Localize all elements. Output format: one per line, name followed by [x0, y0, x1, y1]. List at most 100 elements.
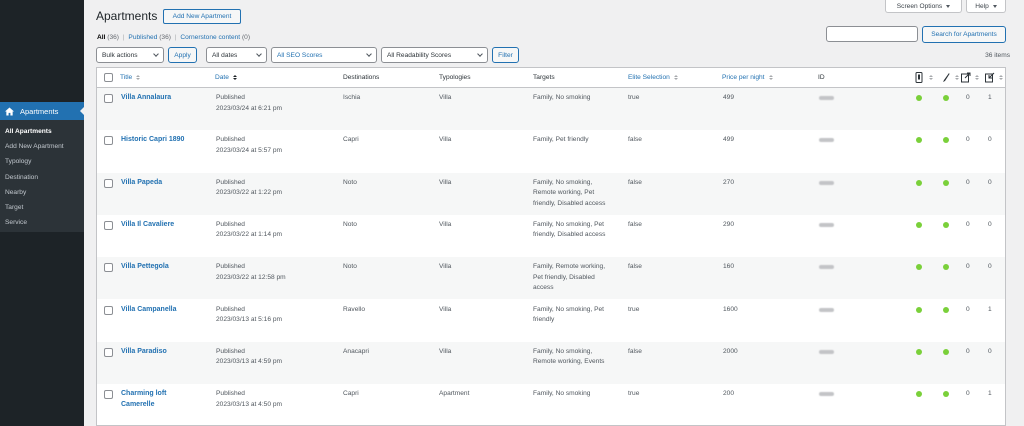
apply-button[interactable]: Apply — [168, 47, 197, 63]
row-outgoing-links: 0 — [966, 220, 970, 228]
select-all-checkbox[interactable] — [104, 73, 113, 82]
row-incoming-links: 0 — [988, 263, 992, 271]
row-targets: Family, Remote working, Pet friendly, Di… — [533, 263, 606, 292]
row-title-link[interactable]: Villa Il Cavaliere — [121, 220, 211, 231]
filter-button[interactable]: Filter — [492, 47, 519, 63]
row-checkbox[interactable] — [104, 178, 113, 188]
submenu-service[interactable]: Service — [0, 215, 84, 230]
menu-apartments[interactable]: Apartments — [0, 102, 84, 120]
add-new-apartment-button[interactable]: Add New Apartment — [163, 9, 241, 24]
table-row: Historic Capri 1890 Published 2023/03/24… — [97, 130, 1005, 172]
search-button[interactable]: Search for Apartments — [922, 26, 1006, 43]
table-row: Villa Paradiso Published 2023/03/13 at 4… — [97, 341, 1005, 384]
row-date-value: 2023/03/24 at 5:57 pm — [216, 146, 282, 154]
row-id-redacted — [819, 307, 834, 312]
row-status: Published — [216, 136, 245, 144]
submenu-add-new-apartment[interactable]: Add New Apartment — [0, 139, 84, 154]
row-price: 270 — [723, 178, 735, 186]
row-price: 160 — [723, 263, 735, 271]
row-targets: Family, No smoking, Remote working, Pet … — [533, 178, 606, 207]
row-checkbox[interactable] — [104, 390, 113, 400]
row-outgoing-links: 0 — [966, 263, 970, 271]
row-destination: Capri — [343, 136, 359, 144]
row-title-link[interactable]: Historic Capri 1890 — [121, 135, 211, 146]
column-title[interactable]: Title — [120, 74, 141, 81]
readability-scores-value: All Readability Scores — [387, 51, 452, 59]
row-date-value: 2023/03/22 at 1:22 pm — [216, 189, 282, 197]
column-date[interactable]: Date — [215, 74, 237, 81]
readability-good-dot — [943, 95, 949, 101]
row-checkbox[interactable] — [104, 347, 113, 357]
view-all[interactable]: All — [97, 34, 105, 41]
bulk-actions-select[interactable]: Bulk actions — [96, 47, 164, 63]
submenu-nearby[interactable]: Nearby — [0, 185, 84, 200]
submenu-target[interactable]: Target — [0, 200, 84, 215]
row-outgoing-links: 0 — [966, 390, 970, 398]
row-title-link[interactable]: Villa Paradiso — [121, 347, 211, 358]
submenu-typology[interactable]: Typology — [0, 154, 84, 169]
table-header: Title Date Destinations Typologies Targe… — [97, 68, 1005, 88]
column-elite-selection[interactable]: Elite Selection — [628, 74, 678, 81]
row-date: Published 2023/03/22 at 1:22 pm — [216, 178, 282, 199]
row-title-link[interactable]: Charming loft Camerelle — [121, 389, 211, 410]
row-typology: Villa — [439, 305, 452, 313]
apartments-table: Title Date Destinations Typologies Targe… — [96, 67, 1006, 426]
column-typologies: Typologies — [439, 74, 471, 81]
outgoing-links-icon[interactable] — [961, 72, 971, 83]
row-status: Published — [216, 94, 245, 101]
row-typology: Villa — [439, 94, 452, 101]
incoming-links-icon[interactable] — [985, 72, 995, 83]
row-title-link[interactable]: Villa Papeda — [121, 178, 211, 189]
help-label: Help — [975, 2, 989, 10]
row-title-link[interactable]: Villa Campanella — [121, 305, 211, 316]
row-incoming-links: 1 — [988, 305, 992, 313]
row-targets: Family, No smoking, Remote working, Even… — [533, 347, 605, 366]
submenu-destination[interactable]: Destination — [0, 170, 84, 185]
row-checkbox[interactable] — [104, 263, 113, 273]
view-cornerstone[interactable]: Cornerstone content — [180, 34, 240, 41]
column-targets: Targets — [533, 74, 555, 81]
row-title-link[interactable]: Villa Pettegola — [121, 262, 211, 273]
row-date-value: 2023/03/24 at 6:21 pm — [216, 104, 282, 112]
row-price: 499 — [723, 94, 735, 101]
row-id-redacted — [819, 138, 834, 143]
screen-options-label: Screen Options — [896, 2, 943, 10]
help-button[interactable]: Help — [966, 0, 1006, 13]
view-published[interactable]: Published — [128, 34, 157, 41]
screen-options-button[interactable]: Screen Options — [885, 0, 962, 13]
row-typology: Villa — [439, 263, 452, 271]
row-elite-selection: true — [628, 94, 640, 101]
row-incoming-links: 0 — [988, 178, 992, 186]
row-outgoing-links: 0 — [966, 94, 970, 101]
dates-select[interactable]: All dates — [206, 47, 267, 63]
submenu-all-apartments[interactable]: All Apartments — [0, 124, 84, 139]
readability-scores-select[interactable]: All Readability Scores — [381, 47, 488, 63]
row-title-link[interactable]: Villa Annalaura — [121, 93, 211, 104]
items-count: 36 items — [985, 52, 1010, 59]
row-status: Published — [216, 390, 245, 398]
row-destination: Noto — [343, 263, 357, 271]
row-typology: Villa — [439, 220, 452, 228]
chevron-down-icon — [477, 51, 483, 57]
row-status: Published — [216, 263, 245, 271]
seo-scores-select[interactable]: All SEO Scores — [271, 47, 377, 63]
row-date-value: 2023/03/13 at 5:16 pm — [216, 316, 282, 323]
table-row: Villa Annalaura Published 2023/03/24 at … — [97, 88, 1005, 130]
column-destinations: Destinations — [343, 74, 380, 81]
readability-good-dot — [943, 306, 949, 313]
row-checkbox[interactable] — [104, 136, 113, 146]
sort-icon — [673, 75, 678, 80]
seo-score-good-dot — [916, 179, 922, 186]
row-checkbox[interactable] — [104, 220, 113, 230]
seo-scores-value: All SEO Scores — [277, 51, 323, 59]
search-input[interactable] — [826, 26, 918, 42]
row-checkbox[interactable] — [104, 305, 113, 315]
column-price[interactable]: Price per night — [722, 74, 773, 81]
row-destination: Noto — [343, 220, 357, 228]
sort-icon — [929, 75, 933, 80]
row-incoming-links: 0 — [988, 136, 992, 144]
readability-icon[interactable] — [942, 72, 950, 83]
row-checkbox[interactable] — [104, 94, 113, 103]
seo-score-icon[interactable] — [915, 72, 923, 83]
table-row: Villa Pettegola Published 2023/03/22 at … — [97, 257, 1005, 300]
